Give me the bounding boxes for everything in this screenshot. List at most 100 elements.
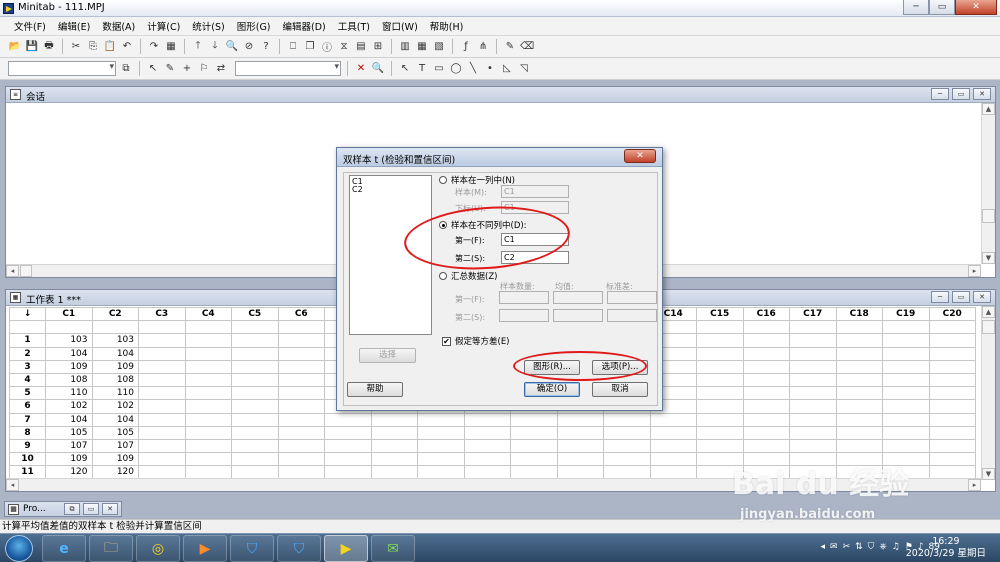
column-name-cell[interactable] <box>789 320 837 335</box>
project-manager-minimized[interactable]: ▦ Pro... ⧉ ▭ ✕ <box>4 501 122 517</box>
cell[interactable]: 110 <box>45 386 93 401</box>
cell[interactable] <box>231 346 279 361</box>
cell[interactable] <box>742 346 790 361</box>
minitab-icon[interactable]: ▶ <box>324 535 368 562</box>
help-button[interactable]: 帮助 <box>347 382 403 397</box>
cell[interactable] <box>510 452 558 467</box>
marker-tool-icon[interactable]: • <box>483 62 497 76</box>
cell[interactable] <box>370 412 418 427</box>
cell[interactable] <box>928 333 976 348</box>
window-icon[interactable]: ❐ <box>303 40 317 54</box>
worksheet-icon[interactable]: ▦ <box>164 40 178 54</box>
cell[interactable] <box>370 452 418 467</box>
cell[interactable]: 107 <box>91 438 139 454</box>
ellipse-tool-icon[interactable]: ◯ <box>449 62 463 76</box>
cell[interactable] <box>324 412 372 427</box>
cell[interactable] <box>696 359 744 374</box>
cell[interactable] <box>184 399 232 414</box>
combo-action-icon[interactable]: ⧉ <box>119 62 133 76</box>
row-number[interactable]: 9 <box>9 438 46 454</box>
column-name-cell[interactable] <box>91 320 139 335</box>
column-header[interactable]: C1 <box>45 306 93 322</box>
ie-icon[interactable]: e <box>42 535 86 562</box>
worksheet-close-button[interactable]: ✕ <box>973 291 991 303</box>
down-arrow-icon[interactable]: 🡓 <box>208 40 222 54</box>
cell[interactable]: 103 <box>45 333 93 348</box>
cell[interactable] <box>882 438 930 454</box>
cell[interactable] <box>696 412 744 427</box>
help-icon[interactable]: ? <box>259 40 273 54</box>
select-button[interactable]: 选择 <box>359 348 416 363</box>
cell[interactable] <box>928 346 976 361</box>
swap-icon[interactable]: ⇄ <box>214 62 228 76</box>
cell[interactable] <box>835 425 883 440</box>
cell[interactable] <box>277 386 325 401</box>
summary-first-sd[interactable] <box>607 291 657 304</box>
cell[interactable] <box>882 425 930 440</box>
cell[interactable]: 104 <box>91 346 139 361</box>
row-number[interactable]: 4 <box>9 372 46 388</box>
undo-icon[interactable]: ↶ <box>120 40 134 54</box>
cell[interactable] <box>138 399 186 414</box>
cell[interactable] <box>277 425 325 440</box>
cell[interactable] <box>324 452 372 467</box>
column-name-cell[interactable] <box>45 320 93 335</box>
info-icon[interactable]: ⓘ <box>320 40 334 54</box>
cell[interactable] <box>138 386 186 401</box>
cell[interactable] <box>417 465 465 480</box>
cell[interactable] <box>603 465 651 480</box>
cell[interactable] <box>789 346 837 361</box>
worksheet-combo[interactable] <box>8 61 116 76</box>
history-icon[interactable]: ⧖ <box>337 40 351 54</box>
cell[interactable] <box>556 438 604 454</box>
cell[interactable]: 109 <box>91 359 139 374</box>
cell[interactable] <box>510 465 558 480</box>
row-number[interactable]: 11 <box>9 465 46 480</box>
cell[interactable] <box>138 333 186 348</box>
wechat-icon[interactable]: ✉ <box>371 535 415 562</box>
cell[interactable] <box>138 346 186 361</box>
ok-button[interactable]: 确定(O) <box>524 382 580 397</box>
cell[interactable] <box>742 438 790 454</box>
row-number[interactable]: 5 <box>9 386 46 401</box>
cell[interactable] <box>603 425 651 440</box>
scroll-left-icon[interactable]: ◂ <box>6 265 19 277</box>
text-tool-icon[interactable]: T <box>415 62 429 76</box>
row-number[interactable]: 10 <box>9 452 46 467</box>
cell[interactable] <box>463 465 511 480</box>
cell[interactable] <box>417 452 465 467</box>
shield-icon-2[interactable]: ⛉ <box>277 535 321 562</box>
tray-shield-icon[interactable]: ⛉ <box>868 542 875 552</box>
cell[interactable]: 109 <box>91 452 139 467</box>
radio-summary-data[interactable]: 汇总数据(Z) <box>439 270 497 282</box>
cell[interactable] <box>928 399 976 414</box>
minimize-button[interactable]: ─ <box>903 0 929 15</box>
scroll-thumb[interactable] <box>982 209 995 223</box>
paste-icon[interactable]: 📋 <box>103 40 117 54</box>
cell[interactable] <box>882 333 930 348</box>
crosshair-icon[interactable]: + <box>180 62 194 76</box>
column-name-cell[interactable] <box>138 320 186 335</box>
cell[interactable] <box>277 359 325 374</box>
cell[interactable] <box>928 412 976 427</box>
copy-icon[interactable]: ⎘ <box>86 40 100 54</box>
cell[interactable] <box>138 372 186 388</box>
list-item[interactable]: C2 <box>352 186 429 194</box>
tray-expand-icon[interactable]: ◂ <box>821 542 826 552</box>
rectangle-tool-icon[interactable]: ▭ <box>432 62 446 76</box>
cell[interactable]: 104 <box>91 412 139 427</box>
cell[interactable] <box>742 425 790 440</box>
brush-icon[interactable]: ✎ <box>163 62 177 76</box>
column-header[interactable]: C15 <box>696 306 744 322</box>
cell[interactable] <box>742 399 790 414</box>
radio-one-column-indicator[interactable] <box>439 176 447 184</box>
cell[interactable] <box>510 438 558 454</box>
cell[interactable] <box>417 425 465 440</box>
cell[interactable] <box>696 386 744 401</box>
summary-second-mean[interactable] <box>553 309 603 322</box>
cell[interactable] <box>742 333 790 348</box>
cell[interactable] <box>184 346 232 361</box>
cell[interactable] <box>231 359 279 374</box>
cell[interactable] <box>696 333 744 348</box>
row-number[interactable]: 6 <box>9 399 46 414</box>
